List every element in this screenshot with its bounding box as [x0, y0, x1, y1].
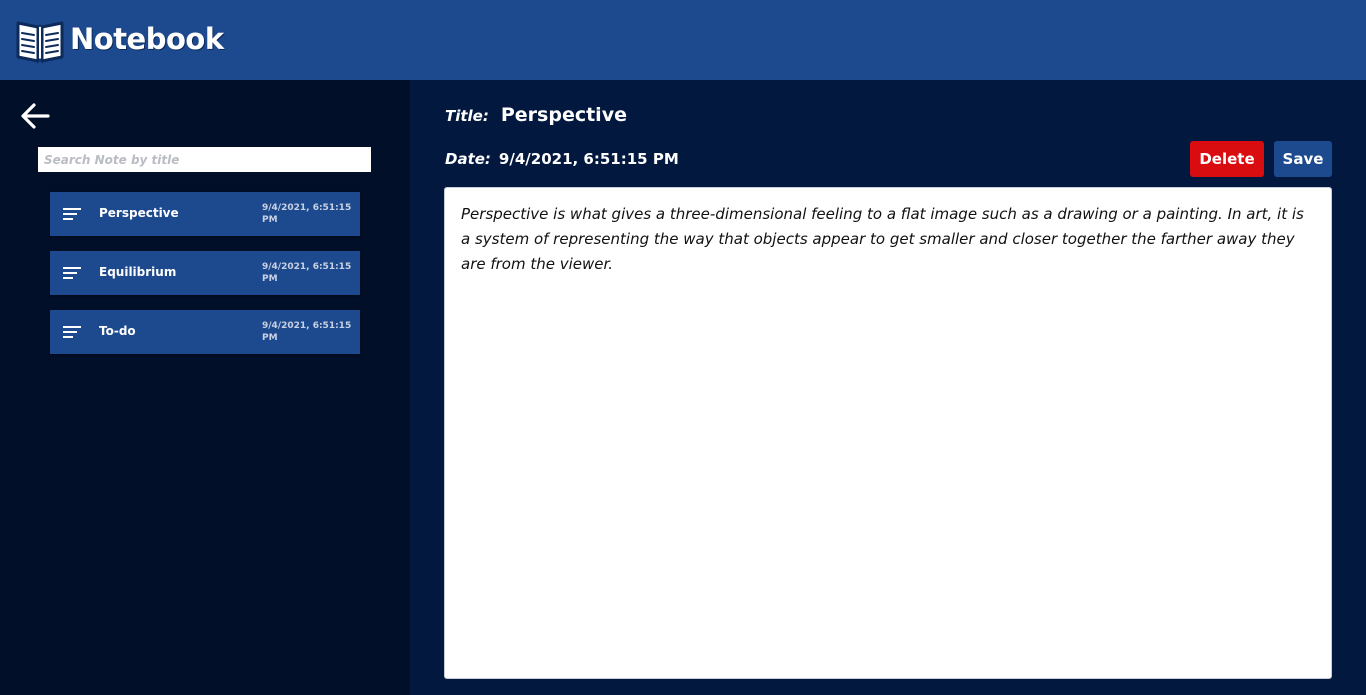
app-title: Notebook [70, 22, 224, 56]
note-editor-panel: Title: Perspective Date: 9/4/2021, 6:51:… [410, 80, 1366, 695]
note-date: 9/4/2021, 6:51:15 PM [262, 262, 352, 284]
notes-lines-icon [63, 326, 81, 338]
note-item-equilibrium[interactable]: Equilibrium 9/4/2021, 6:51:15 PM [50, 251, 360, 295]
title-label: Title: [445, 107, 489, 125]
note-date: 9/4/2021, 6:51:15 PM [262, 321, 352, 343]
note-date-value: 9/4/2021, 6:51:15 PM [498, 150, 679, 168]
delete-button[interactable]: Delete [1190, 141, 1264, 177]
note-title-value[interactable]: Perspective [501, 104, 627, 126]
title-row: Title: Perspective [445, 104, 627, 126]
note-item-todo[interactable]: To-do 9/4/2021, 6:51:15 PM [50, 310, 360, 354]
note-list: Perspective 9/4/2021, 6:51:15 PM Equilib… [50, 192, 360, 369]
open-book-icon [14, 15, 66, 65]
back-button[interactable] [20, 102, 52, 130]
note-title: Equilibrium [99, 265, 177, 279]
sidebar: Perspective 9/4/2021, 6:51:15 PM Equilib… [0, 80, 410, 695]
save-button[interactable]: Save [1274, 141, 1332, 177]
note-item-perspective[interactable]: Perspective 9/4/2021, 6:51:15 PM [50, 192, 360, 236]
search-input[interactable] [38, 147, 371, 172]
note-body-textarea[interactable]: Perspective is what gives a three-dimens… [444, 187, 1332, 679]
notes-lines-icon [63, 267, 81, 279]
date-label: Date: [445, 150, 491, 168]
arrow-left-icon [21, 103, 50, 129]
note-title: To-do [99, 324, 136, 338]
date-row: Date: 9/4/2021, 6:51:15 PM [445, 150, 679, 168]
app-header: Notebook [0, 0, 1366, 80]
note-date: 9/4/2021, 6:51:15 PM [262, 203, 352, 225]
notes-lines-icon [63, 208, 81, 220]
note-title: Perspective [99, 206, 179, 220]
